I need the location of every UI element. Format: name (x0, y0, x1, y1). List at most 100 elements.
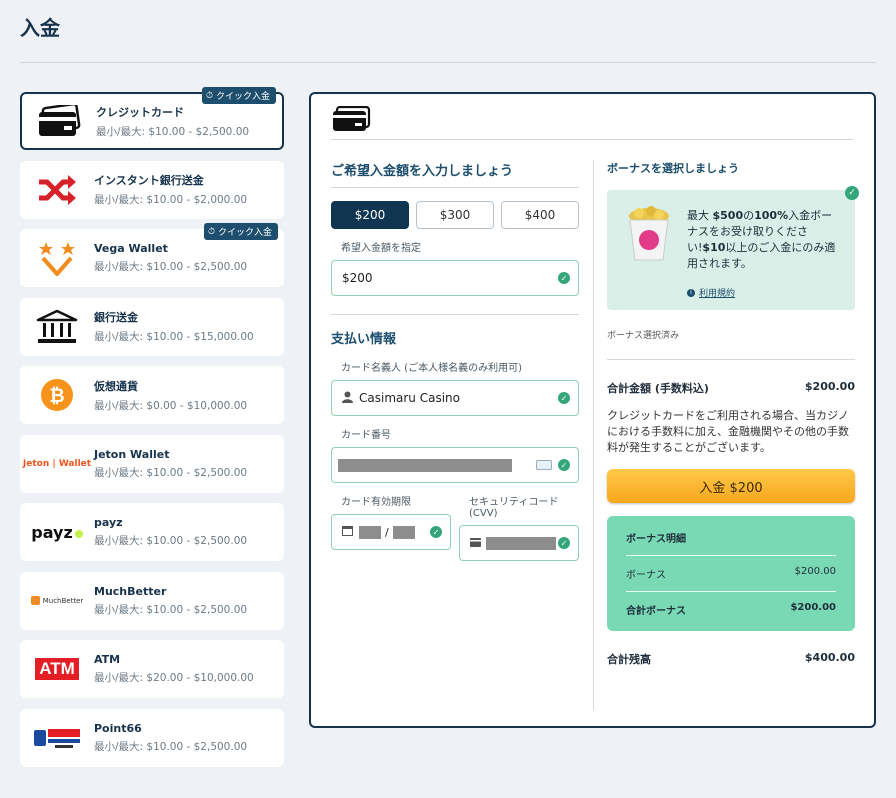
breakdown-bonus-row: ボーナス $200.00 (626, 556, 836, 592)
method-range: 最小/最大: $10.00 - $2,500.00 (94, 603, 248, 616)
svg-text:₿: ₿ (49, 385, 64, 407)
section-divider (331, 314, 579, 315)
method-name: クレジットカード (96, 105, 184, 119)
method-range: 最小/最大: $10.00 - $2,500.00 (94, 535, 248, 547)
expiry-input[interactable]: / ✓ (331, 514, 451, 550)
bitcoin-icon: ₿ (20, 366, 94, 424)
fee-note: クレジットカードをご利用される場合、当カジノにおける手数料に加え、金融機関やその… (607, 409, 849, 454)
cvv-label: セキュリティコード (CVV) (469, 497, 559, 519)
cardholder-input[interactable]: Casimaru Casino ✓ (331, 380, 579, 416)
cvv-input[interactable]: ✓ (459, 525, 579, 561)
method-muchbetter[interactable]: MuchBetter MuchBetter 最小/最大: $10.00 - $2… (20, 571, 284, 630)
card-number-label: カード番号 (341, 430, 391, 441)
custom-amount-label: 希望入金額を指定 (341, 243, 421, 254)
expiry-month-masked (359, 525, 381, 539)
payment-heading: 支払い情報 (331, 332, 397, 347)
clock-icon: ⏱ (207, 226, 215, 237)
method-name: Point66 (94, 721, 142, 735)
total-amount-row: 合計金額 (手数料込) $200.00 (607, 380, 855, 395)
method-range: 最小/最大: $10.00 - $2,500.00 (96, 125, 250, 138)
method-payz[interactable]: payz payz 最小/最大: $10.00 - $2,500.00 (20, 503, 284, 561)
method-vega-wallet[interactable]: ⏱ クイック入金 Vega Wallet 最小/最大: $10.00 - $2,5… (20, 223, 284, 287)
payment-method-list: ⏱ クイック入金 クレジットカード 最小/最大: $10.00 - $2,500.… (20, 87, 284, 777)
method-bank-transfer[interactable]: 銀行送金 最小/最大: $10.00 - $15,000.00 (20, 297, 284, 356)
method-point66[interactable]: Point66 最小/最大: $10.00 - $2,500.00 (20, 708, 284, 767)
method-name: payz (94, 516, 123, 529)
amount-400-button[interactable]: $400 (501, 201, 579, 229)
check-icon: ✓ (558, 272, 570, 284)
check-icon: ✓ (558, 392, 570, 404)
method-atm[interactable]: ATM ATM 最小/最大: $20.00 - $10,000.00 (20, 640, 284, 698)
payment-form: ご希望入金額を入力しましょう $200 $300 $400 希望入金額を指定 $… (331, 160, 579, 561)
jeton-logo: Jeton | Wallet (22, 458, 92, 469)
quick-deposit-badge: ⏱ クイック入金 (201, 87, 276, 104)
check-icon: ✓ (558, 537, 570, 549)
clock-icon: ⏱ (205, 90, 213, 101)
bonus-cup-image (625, 206, 673, 266)
method-jeton-wallet[interactable]: Jeton | Wallet Jeton Wallet 最小/最大: $10.0… (20, 434, 284, 493)
card-brand-icon (536, 460, 552, 470)
custom-amount-input[interactable]: $200 ✓ (331, 260, 579, 296)
method-crypto[interactable]: ₿ 仮想通貨 最小/最大: $0.00 - $10,000.00 (20, 366, 284, 424)
bonus-heading: ボーナスを選択しましょう (607, 162, 739, 175)
muchbetter-logo: MuchBetter (20, 572, 94, 630)
bonus-card[interactable]: ✓ 最大 $500の100%入金ボーナスをお受け取りください!$10以上のご入金… (607, 186, 859, 310)
bank-icon (20, 298, 94, 356)
terms-link[interactable]: i 利用規約 (687, 286, 735, 299)
credit-card-icon (331, 105, 371, 136)
method-range: 最小/最大: $10.00 - $2,500.00 (94, 466, 248, 479)
method-name: MuchBetter (94, 584, 167, 598)
page-title: 入金 (20, 16, 60, 40)
cvv-masked (486, 536, 556, 550)
muchbetter-mark (30, 596, 40, 605)
payz-logo: payz (20, 503, 94, 561)
column-separator (593, 160, 594, 710)
quick-deposit-badge: ⏱ クイック入金 (203, 223, 278, 240)
info-icon: i (687, 288, 695, 297)
bonus-breakdown: ボーナス明細 ボーナス $200.00 合計ボーナス $200.00 (607, 516, 855, 631)
atm-logo: ATM (20, 640, 94, 698)
credit-card-icon (22, 92, 96, 150)
check-icon: ✓ (430, 526, 442, 538)
amount-200-button[interactable]: $200 (331, 201, 409, 229)
panel-divider (331, 139, 854, 140)
amount-presets: $200 $300 $400 (331, 201, 579, 229)
check-icon: ✓ (845, 186, 859, 200)
method-name: 銀行送金 (94, 311, 138, 324)
deposit-panel: ご希望入金額を入力しましょう $200 $300 $400 希望入金額を指定 $… (309, 92, 876, 728)
custom-amount-value: $200 (342, 271, 373, 285)
amount-heading: ご希望入金額を入力しましょう (331, 160, 579, 188)
section-divider (607, 359, 855, 360)
deposit-button[interactable]: 入金 $200 (607, 469, 855, 503)
card-icon (470, 536, 481, 550)
calendar-icon (342, 525, 353, 539)
card-number-masked (338, 458, 512, 472)
method-instant-bank-transfer[interactable]: インスタント銀行送金 最小/最大: $10.00 - $2,000.00 (20, 160, 284, 219)
card-number-input[interactable]: ✓ (331, 447, 579, 483)
method-credit-card[interactable]: ⏱ クイック入金 クレジットカード 最小/最大: $10.00 - $2,500.… (20, 87, 284, 150)
method-name: ATM (94, 653, 121, 666)
method-name: インスタント銀行送金 (94, 174, 204, 187)
breakdown-title: ボーナス明細 (626, 530, 836, 556)
cardholder-label: カード名義人 (ご本人様名義のみ利用可) (341, 363, 522, 374)
total-balance-row: 合計残高 $400.00 (607, 651, 855, 666)
expiry-year-masked (392, 525, 415, 539)
expiry-label: カード有効期限 (341, 497, 411, 508)
title-divider (20, 62, 876, 63)
check-icon: ✓ (558, 459, 570, 471)
method-name: Jeton Wallet (94, 447, 170, 461)
bonus-summary: ボーナスを選択しましょう ✓ 最大 $500の100%入金ボーナスをお受け取りく… (607, 160, 859, 667)
shuffle-icon (20, 161, 94, 219)
payz-dot (74, 530, 83, 538)
method-range: 最小/最大: $10.00 - $2,000.00 (94, 194, 248, 206)
method-range: 最小/最大: $0.00 - $10,000.00 (94, 399, 248, 412)
method-range: 最小/最大: $10.00 - $15,000.00 (94, 331, 254, 343)
amount-300-button[interactable]: $300 (416, 201, 494, 229)
method-name: Vega Wallet (94, 242, 168, 255)
point66-logo (20, 709, 94, 767)
method-name: 仮想通貨 (94, 379, 138, 393)
user-icon (342, 391, 353, 406)
expiry-cvv-row: カード有効期限 / ✓ セキュリティコード (CVV) ✓ (331, 483, 579, 561)
method-range: 最小/最大: $20.00 - $10,000.00 (94, 672, 254, 684)
cardholder-value: Casimaru Casino (359, 391, 460, 405)
